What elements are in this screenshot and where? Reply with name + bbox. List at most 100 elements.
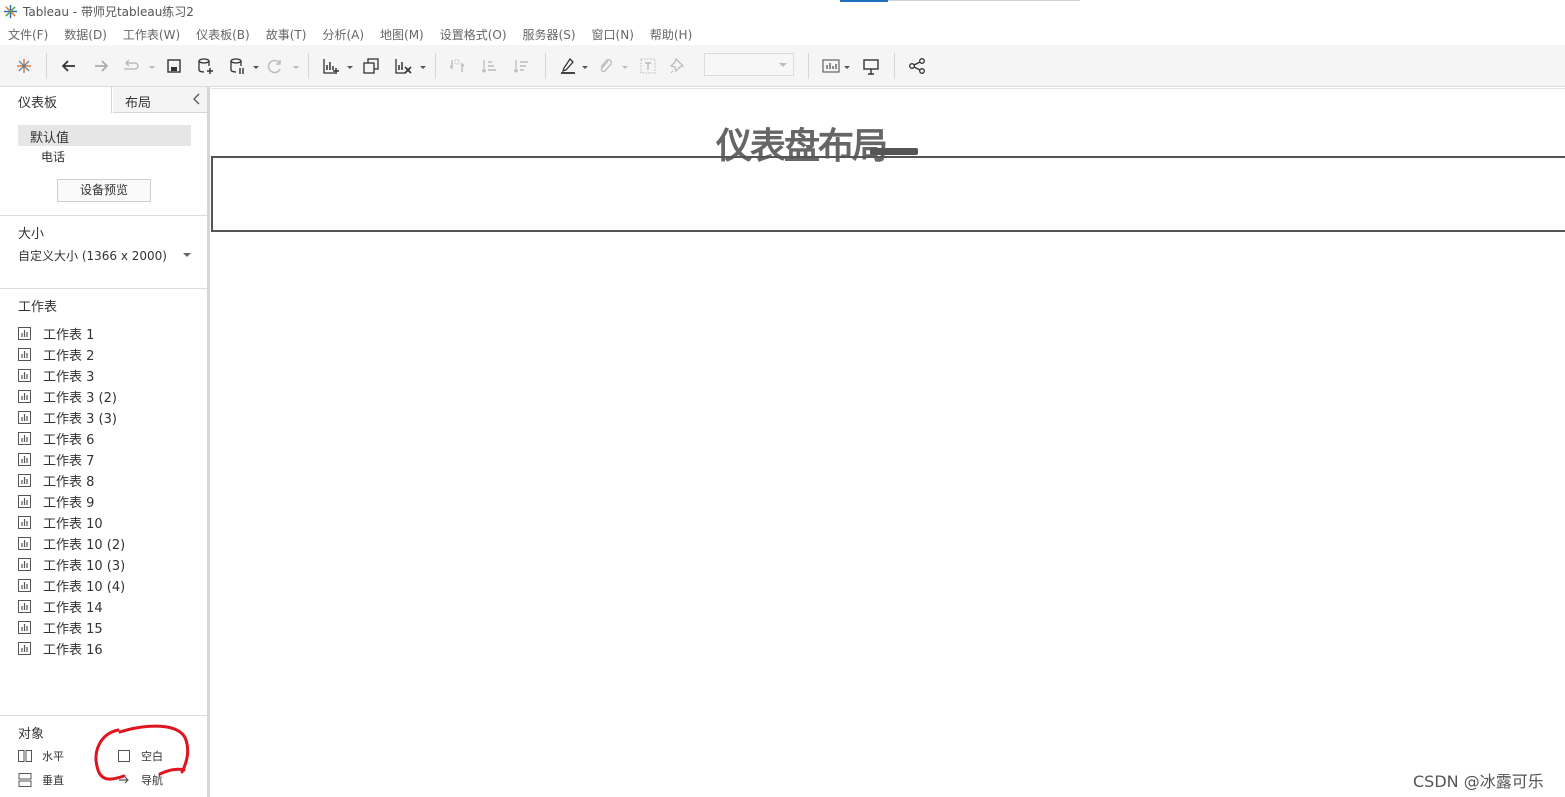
chevron-down-icon[interactable] [843, 63, 851, 71]
undo-icon[interactable] [58, 55, 80, 77]
worksheet-icon [18, 558, 31, 571]
worksheet-icon [18, 621, 31, 634]
worksheet-icon [18, 453, 31, 466]
worksheet-icon [18, 495, 31, 508]
object-navigation[interactable]: 导航 [117, 772, 163, 788]
title-underline [870, 148, 918, 155]
toolbar-separator [808, 53, 809, 79]
list-item[interactable]: 工作表 9 [18, 491, 198, 512]
list-item[interactable]: 工作表 15 [18, 617, 198, 638]
size-value: 自定义大小 (1366 x 2000) [18, 249, 167, 263]
menu-worksheet[interactable]: 工作表(W) [123, 26, 180, 43]
chevron-down-icon[interactable] [252, 63, 260, 71]
list-item[interactable]: 工作表 2 [18, 344, 198, 365]
list-item[interactable]: 工作表 10 [18, 512, 198, 533]
vertical-container-icon [18, 773, 32, 787]
device-preview-button[interactable]: 设备预览 [57, 179, 151, 202]
list-item[interactable]: 工作表 10 (3) [18, 554, 198, 575]
worksheet-icon [18, 348, 31, 361]
list-item[interactable]: 工作表 16 [18, 638, 198, 659]
menu-dashboard[interactable]: 仪表板(B) [196, 26, 250, 43]
duplicate-icon[interactable] [360, 55, 382, 77]
menu-analysis[interactable]: 分析(A) [322, 26, 364, 43]
annotate-icon[interactable] [594, 55, 616, 77]
worksheet-icon [18, 516, 31, 529]
worksheet-icon [18, 411, 31, 424]
chevron-down-icon[interactable] [292, 63, 300, 71]
presentation-icon[interactable] [860, 55, 882, 77]
objects-label: 对象 [18, 727, 45, 742]
pause-updates-icon[interactable] [226, 55, 248, 77]
show-me-icon[interactable] [820, 55, 842, 77]
share-icon[interactable] [906, 55, 928, 77]
pin-icon[interactable] [667, 55, 689, 77]
title-accent-line [888, 0, 1080, 1]
panel-tabs: 仪表板 布局 [0, 87, 207, 113]
replay-icon[interactable] [120, 55, 142, 77]
label-icon[interactable] [637, 55, 659, 77]
toolbar-dropdown[interactable] [704, 53, 794, 76]
title-bar: Tableau - 带师兄tableau练习2 [0, 0, 1565, 22]
menu-format[interactable]: 设置格式(O) [440, 26, 507, 43]
watermark: CSDN @冰露可乐 [1413, 772, 1544, 791]
tab-dashboard[interactable]: 仪表板 [0, 87, 112, 113]
chevron-down-icon [183, 253, 191, 257]
toolbar-separator [894, 53, 895, 79]
list-item[interactable]: 工作表 6 [18, 428, 198, 449]
divider [0, 715, 207, 716]
menu-server[interactable]: 服务器(S) [523, 26, 576, 43]
highlight-icon[interactable] [557, 55, 579, 77]
menu-help[interactable]: 帮助(H) [650, 26, 692, 43]
swap-icon[interactable] [446, 55, 468, 77]
worksheet-icon [18, 327, 31, 340]
new-worksheet-icon[interactable] [320, 55, 342, 77]
chevron-down-icon[interactable] [581, 63, 589, 71]
chevron-down-icon[interactable] [419, 63, 427, 71]
list-item[interactable]: 工作表 3 [18, 365, 198, 386]
size-select[interactable]: 自定义大小 (1366 x 2000) [18, 247, 193, 265]
chevron-left-icon[interactable] [191, 93, 203, 105]
sort-ascending-icon[interactable] [478, 55, 500, 77]
worksheet-icon [18, 432, 31, 445]
object-horizontal[interactable]: 水平 [18, 748, 64, 764]
horizontal-container-icon [18, 750, 32, 762]
clear-sheet-icon[interactable] [392, 55, 414, 77]
object-vertical[interactable]: 垂直 [18, 772, 64, 788]
menu-story[interactable]: 故事(T) [266, 26, 307, 43]
divider [0, 288, 207, 289]
toolbar-separator [435, 53, 436, 79]
tableau-app-icon [3, 4, 18, 18]
menu-map[interactable]: 地图(M) [380, 26, 424, 43]
refresh-icon[interactable] [264, 55, 286, 77]
new-datasource-icon[interactable] [194, 55, 216, 77]
sort-descending-icon[interactable] [510, 55, 532, 77]
tableau-logo-icon[interactable] [13, 55, 35, 77]
toolbar-separator [545, 53, 546, 79]
redo-icon[interactable] [90, 55, 112, 77]
list-item[interactable]: 工作表 3 (3) [18, 407, 198, 428]
chevron-down-icon[interactable] [148, 63, 156, 71]
list-item[interactable]: 工作表 1 [18, 323, 198, 344]
worksheet-icon [18, 579, 31, 592]
list-item[interactable]: 工作表 3 (2) [18, 386, 198, 407]
divider [0, 215, 207, 216]
layout-container[interactable] [211, 156, 1565, 232]
menu-window[interactable]: 窗口(N) [592, 26, 634, 43]
menu-data[interactable]: 数据(D) [64, 26, 107, 43]
list-item[interactable]: 工作表 7 [18, 449, 198, 470]
worksheet-icon [18, 474, 31, 487]
list-item[interactable]: 工作表 10 (2) [18, 533, 198, 554]
chevron-down-icon[interactable] [346, 63, 354, 71]
device-phone[interactable]: 电话 [41, 148, 65, 165]
size-label: 大小 [18, 227, 45, 242]
list-item[interactable]: 工作表 10 (4) [18, 575, 198, 596]
toolbar-separator [46, 53, 47, 79]
save-icon[interactable] [163, 55, 185, 77]
device-default[interactable]: 默认值 [18, 125, 191, 146]
menu-file[interactable]: 文件(F) [8, 26, 48, 43]
object-blank[interactable]: 空白 [117, 748, 163, 764]
list-item[interactable]: 工作表 8 [18, 470, 198, 491]
list-item[interactable]: 工作表 14 [18, 596, 198, 617]
title-accent [840, 0, 888, 2]
chevron-down-icon[interactable] [621, 63, 629, 71]
